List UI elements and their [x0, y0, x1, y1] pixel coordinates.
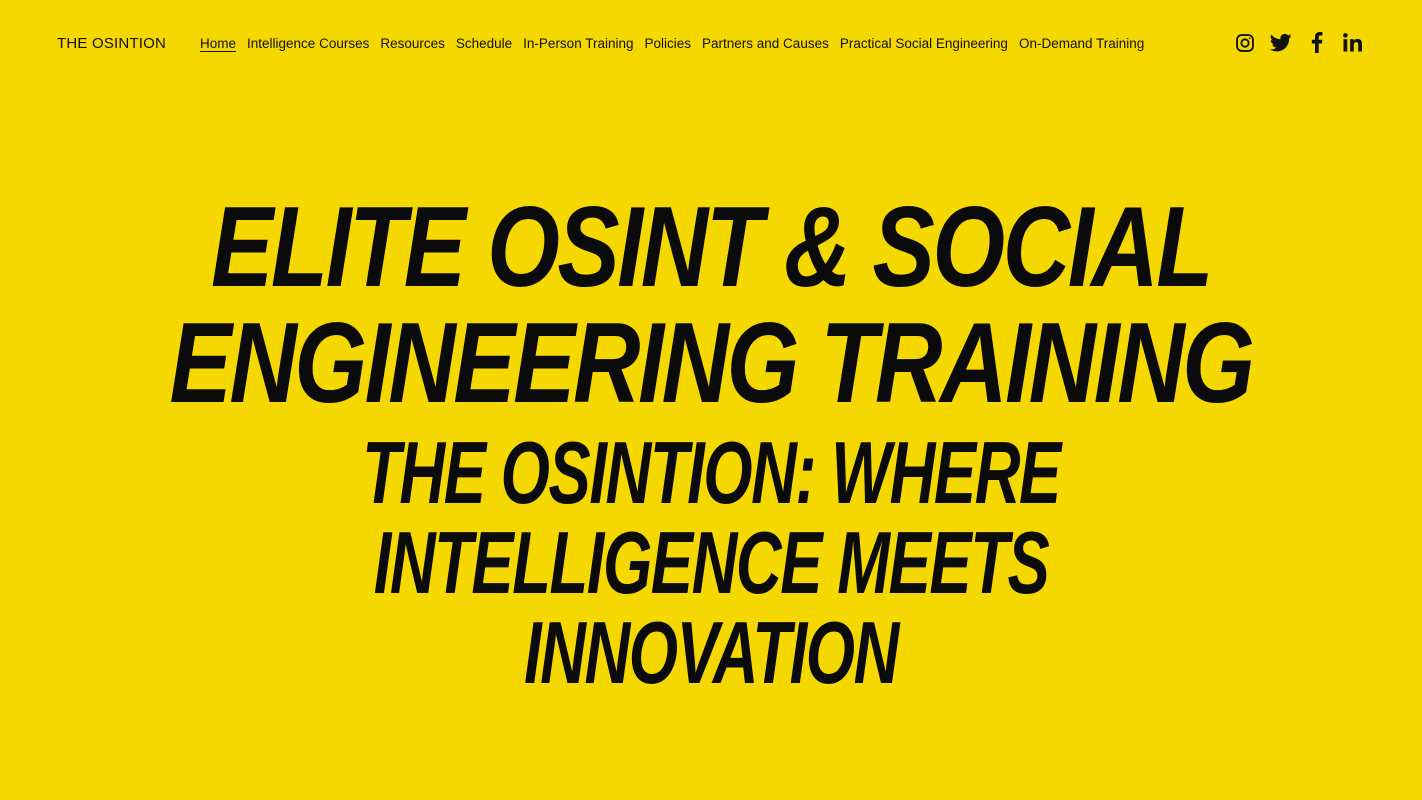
- hero-section: ELITE OSINT & SOCIAL ENGINEERING TRAININ…: [0, 190, 1422, 698]
- facebook-icon[interactable]: [1305, 31, 1328, 54]
- hero-headline-line: ENGINEERING TRAINING: [169, 300, 1254, 427]
- linkedin-icon[interactable]: [1341, 31, 1364, 54]
- twitter-icon[interactable]: [1269, 31, 1292, 54]
- hero-subheadline-line: THE OSINTION: WHERE: [362, 423, 1061, 522]
- nav-resources[interactable]: Resources: [380, 35, 445, 53]
- hero-subheadline: THE OSINTION: WHERE INTELLIGENCE MEETS I…: [199, 428, 1223, 698]
- nav-schedule[interactable]: Schedule: [456, 35, 512, 53]
- main-nav: Home Intelligence Courses Resources Sche…: [200, 35, 1144, 53]
- hero-headline: ELITE OSINT & SOCIAL ENGINEERING TRAININ…: [128, 190, 1294, 422]
- instagram-icon[interactable]: [1233, 31, 1256, 54]
- nav-policies[interactable]: Policies: [644, 35, 691, 53]
- nav-intelligence-courses[interactable]: Intelligence Courses: [247, 35, 369, 53]
- hero-subheadline-line: INTELLIGENCE MEETS: [373, 513, 1050, 612]
- nav-practical-social-engineering[interactable]: Practical Social Engineering: [840, 35, 1008, 53]
- nav-in-person-training[interactable]: In-Person Training: [523, 35, 633, 53]
- hero-headline-line: ELITE OSINT & SOCIAL: [211, 184, 1213, 311]
- site-title-link[interactable]: THE OSINTION: [57, 35, 166, 52]
- site-header: THE OSINTION Home Intelligence Courses R…: [0, 0, 1422, 88]
- social-links: [1233, 31, 1364, 54]
- hero-subheadline-line: INNOVATION: [524, 603, 899, 702]
- nav-on-demand-training[interactable]: On-Demand Training: [1019, 35, 1144, 53]
- nav-home[interactable]: Home: [200, 35, 236, 53]
- nav-partners-and-causes[interactable]: Partners and Causes: [702, 35, 829, 53]
